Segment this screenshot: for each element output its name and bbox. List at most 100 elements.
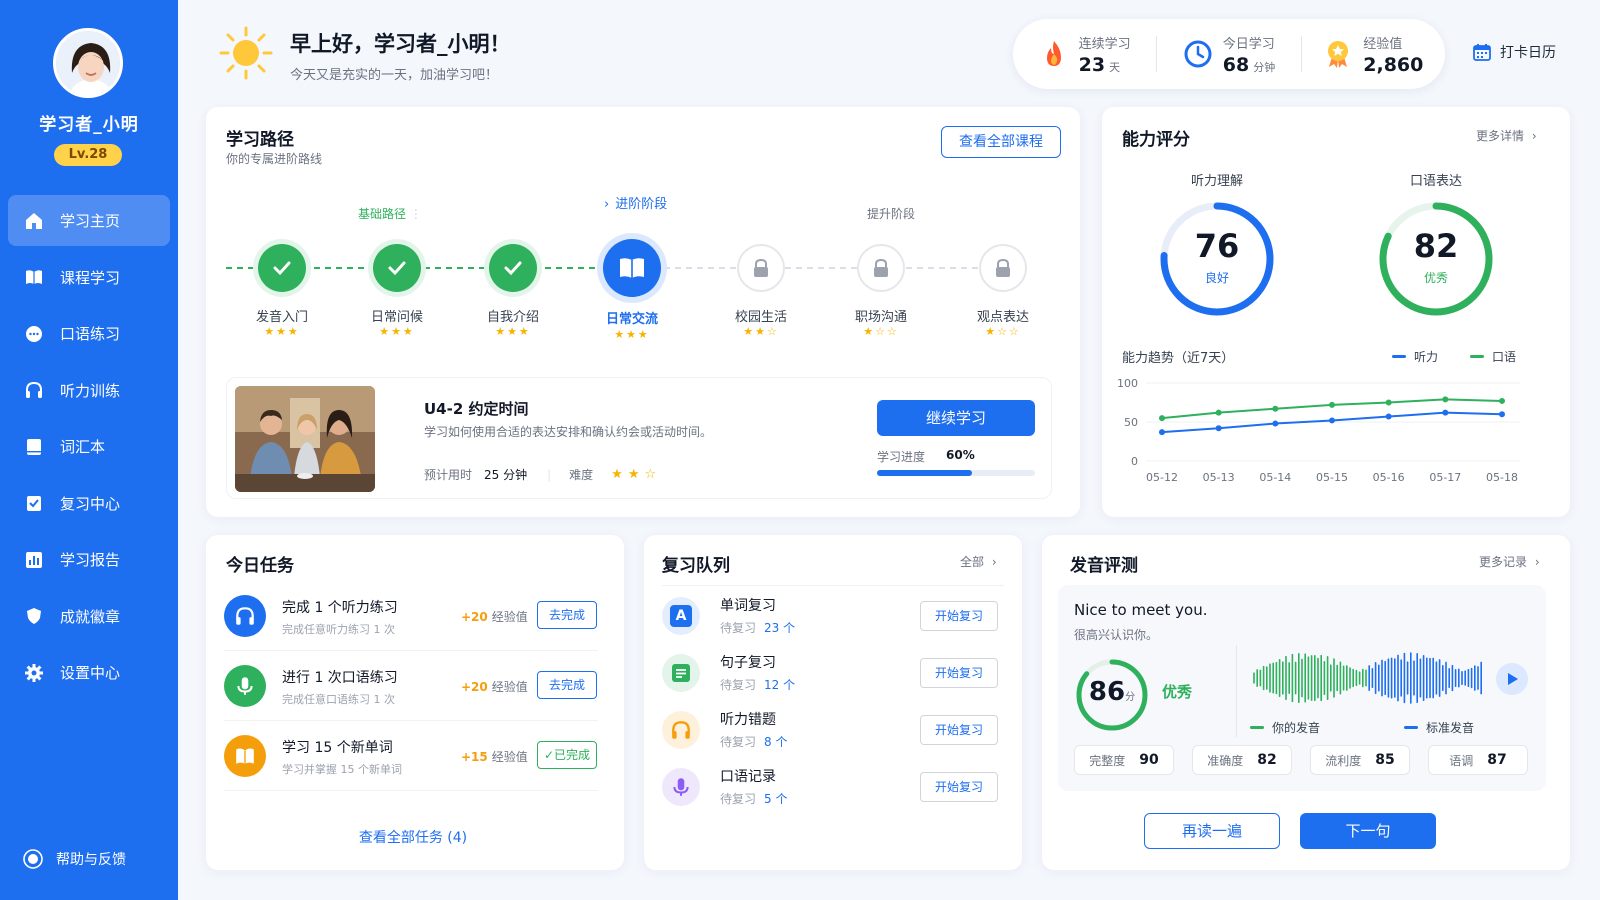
pron-grade: 优秀 [1162, 683, 1193, 701]
sidebar-item-review[interactable]: 复习中心 [8, 478, 170, 529]
score-completeness: 完整度 90 [1074, 745, 1174, 775]
task-item: 完成 1 个听力练习 完成任意听力练习 1 次 +20 经验值 去完成 [224, 581, 598, 651]
play-button[interactable] [1496, 663, 1528, 695]
more-label: 更多详情 [1476, 129, 1525, 143]
x-tick-label: 05-14 [1259, 471, 1291, 484]
stat-label: 今日学习 [1222, 36, 1275, 52]
play-icon [1508, 673, 1518, 685]
path-node-done[interactable] [258, 244, 306, 292]
sidebar-item-label: 学习主页 [60, 212, 121, 230]
start-review-button[interactable]: 开始复习 [920, 715, 998, 745]
avatar[interactable] [53, 28, 123, 98]
path-node-done[interactable] [489, 244, 537, 292]
score-fluency: 流利度 85 [1310, 745, 1410, 775]
task-desc: 学习并掌握 15 个新单词 [282, 763, 402, 776]
y-tick-label: 50 [1124, 416, 1138, 429]
x-tick-label: 05-12 [1146, 471, 1178, 484]
series-point [1329, 417, 1335, 424]
wave-legend-standard: 标准发音 [1404, 719, 1474, 736]
xp-value: +20 [461, 680, 488, 694]
daily-tasks-card: 今日任务 完成 1 个听力练习 完成任意听力练习 1 次 +20 经验值 去完成 … [206, 535, 624, 870]
stat-value: 23 [1078, 53, 1106, 76]
legend-label: 标准发音 [1426, 721, 1475, 735]
stat-label: 连续学习 [1078, 36, 1131, 52]
start-review-button[interactable]: 开始复习 [920, 601, 998, 631]
xp-label: 经验值 [491, 610, 528, 624]
meta-divider: | [547, 467, 552, 482]
legend-label: 口语 [1492, 350, 1517, 364]
task-go-button[interactable]: 去完成 [537, 601, 597, 629]
path-node-locked[interactable] [737, 244, 785, 292]
book-icon [620, 258, 644, 278]
score-value: 87 [1487, 752, 1507, 768]
path-node-locked[interactable] [979, 244, 1027, 292]
trend-legend-listening: 听力 [1392, 348, 1438, 365]
next-sentence-button[interactable]: 下一句 [1300, 813, 1436, 849]
ability-title: 能力评分 [1122, 130, 1190, 150]
pron-sentence: Nice to meet you. [1074, 601, 1208, 619]
chat-icon [24, 324, 44, 344]
series-point [1159, 429, 1165, 436]
ability-more-link[interactable]: 更多详情 › [1476, 127, 1537, 144]
sidebar-nav: 学习主页 课程学习 口语练习 听力训练 词汇本 复习中心 学习报告 成就徽章 设… [8, 195, 170, 704]
sidebar-item-label: 设置中心 [60, 664, 121, 682]
stat-value: 68 [1222, 53, 1250, 76]
review-all-link[interactable]: 全部 › [960, 553, 997, 570]
task-item: 进行 1 次口语练习 完成任意口语练习 1 次 +20 经验值 去完成 [224, 651, 598, 721]
sidebar-item-speaking[interactable]: 口语练习 [8, 308, 170, 359]
score-accuracy: 准确度 82 [1192, 745, 1292, 775]
path-node-locked[interactable] [857, 244, 905, 292]
start-review-button[interactable]: 开始复习 [920, 658, 998, 688]
lesson-thumbnail[interactable] [235, 386, 375, 492]
gauge-score: 76 [1194, 227, 1240, 265]
sidebar-item-vocabulary[interactable]: 词汇本 [8, 421, 170, 472]
sidebar-item-badges[interactable]: 成就徽章 [8, 591, 170, 642]
pron-score-unit: 分 [1125, 692, 1136, 703]
path-node-stars: ★★☆ [743, 325, 779, 338]
sidebar-item-courses[interactable]: 课程学习 [8, 252, 170, 303]
path-node-done[interactable] [373, 244, 421, 292]
stat-unit: 天 [1109, 60, 1121, 74]
review-item-count: 待复习 23 个 [720, 619, 795, 636]
path-node-label: 职场沟通 [854, 310, 907, 325]
sidebar-item-report[interactable]: 学习报告 [8, 534, 170, 585]
pron-more-link[interactable]: 更多记录 › [1479, 553, 1540, 570]
sidebar-item-listening[interactable]: 听力训练 [8, 365, 170, 416]
headphones-icon [224, 595, 266, 637]
username: 学习者_小明 [39, 115, 139, 135]
sidebar-item-home[interactable]: 学习主页 [8, 195, 170, 246]
task-go-button[interactable]: 去完成 [537, 671, 597, 699]
series-point [1442, 409, 1449, 416]
legend-label: 听力 [1414, 350, 1439, 364]
xp-value: +20 [461, 610, 488, 624]
task-title: 完成 1 个听力练习 [282, 600, 398, 616]
path-node-current[interactable] [603, 239, 661, 297]
trend-label: 能力趋势（近7天） [1122, 351, 1235, 366]
sidebar-item-settings[interactable]: 设置中心 [8, 647, 170, 698]
checkin-calendar-button[interactable]: 打卡日历 [1472, 42, 1556, 62]
current-lesson-panel: U4-2 约定时间 学习如何使用合适的表达安排和确认约会或活动时间。 预计用时 … [226, 377, 1052, 499]
gauge-speaking: 82 优秀 [1376, 199, 1496, 319]
review-title: 复习队列 [662, 556, 730, 576]
stat-streak: 连续学习 23 天 [1013, 33, 1156, 76]
help-feedback-link[interactable]: 帮助与反馈 [22, 848, 126, 870]
lock-icon [754, 258, 768, 277]
view-all-tasks-link[interactable]: 查看全部任务 (4) [206, 827, 620, 847]
path-node-stars: ★☆☆ [985, 325, 1021, 338]
book-icon [24, 267, 44, 287]
ability-trend-chart: 100 50 0 05-12 05-13 05-14 05-15 05-16 05-17 05-1… [1117, 377, 1520, 484]
sidebar-item-label: 口语练习 [60, 325, 121, 343]
path-node-stars: ★★★ [379, 325, 415, 338]
check-icon [388, 261, 406, 276]
series-point [1215, 409, 1222, 416]
sidebar-item-label: 词汇本 [60, 438, 106, 456]
start-review-button[interactable]: 开始复习 [920, 772, 998, 802]
continue-learning-button[interactable]: 继续学习 [877, 400, 1035, 436]
more-label: 全部 [960, 555, 985, 569]
stat-label: 经验值 [1363, 36, 1403, 52]
read-again-button[interactable]: 再读一遍 [1144, 813, 1280, 849]
legend-label: 你的发音 [1272, 721, 1321, 735]
xp-label: 经验值 [491, 680, 528, 694]
sidebar-item-label: 成就徽章 [60, 607, 121, 626]
review-item-title: 句子复习 [720, 655, 776, 671]
